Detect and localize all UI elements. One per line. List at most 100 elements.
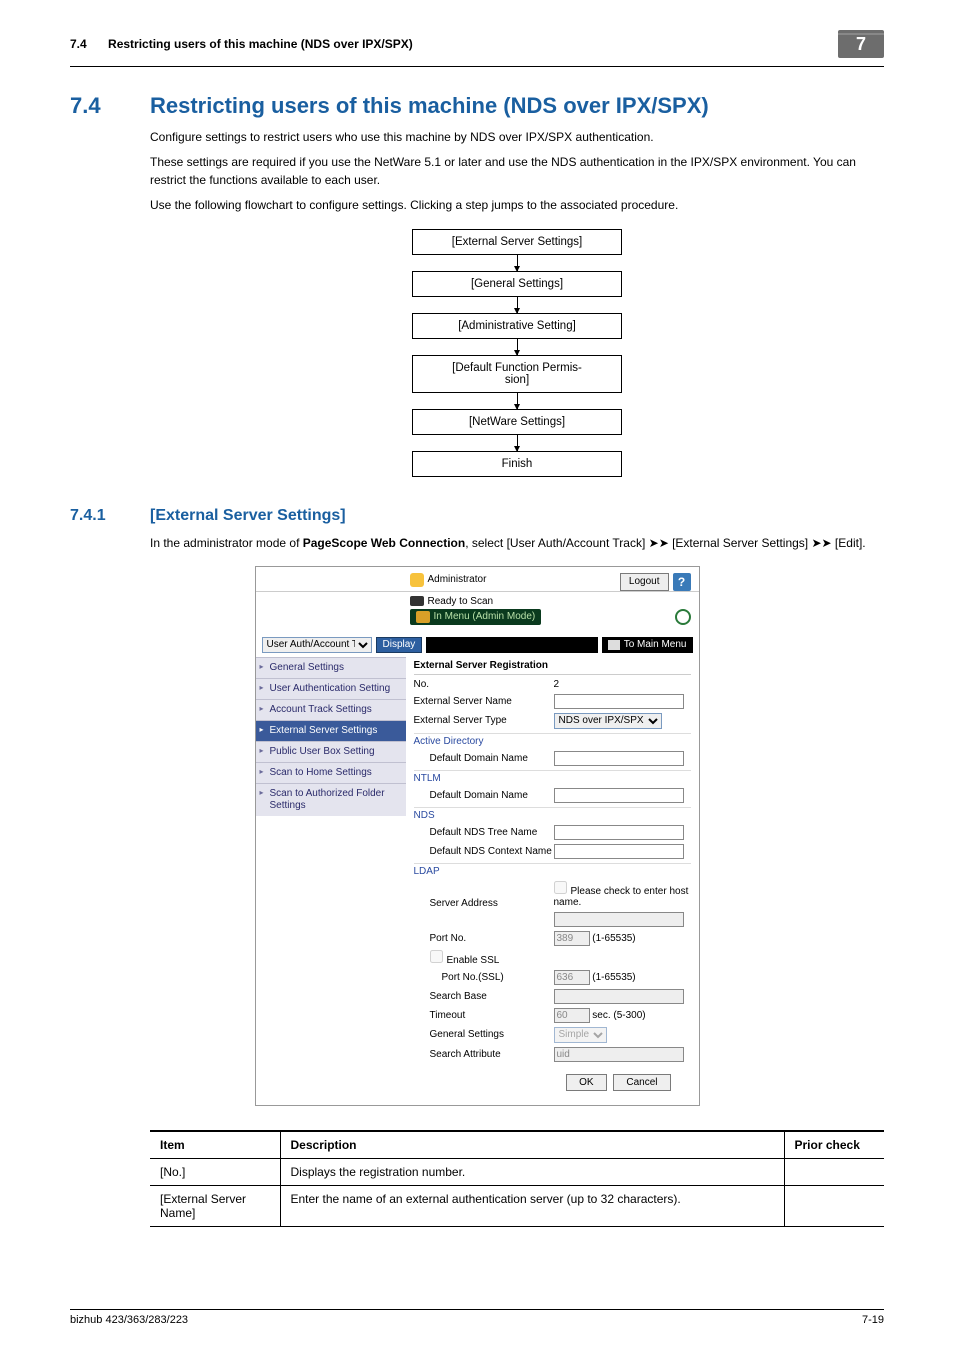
th-prior-check: Prior check	[784, 1131, 884, 1159]
flow-step-label-line1: [Default Function Permis-	[452, 362, 582, 374]
sidebar-item-general-settings[interactable]: General Settings	[256, 657, 406, 678]
running-head-left: 7.4 Restricting users of this machine (N…	[70, 37, 413, 51]
footer-model: bizhub 423/363/283/223	[70, 1314, 188, 1326]
status-menu-mode: In Menu (Admin Mode)	[434, 611, 536, 622]
running-head-number: 7.4	[70, 37, 87, 51]
flow-step-finish: Finish	[412, 451, 622, 477]
ldap-search-base-input[interactable]	[554, 989, 684, 1004]
label-ntlm-default-domain: Default Domain Name	[414, 790, 554, 801]
sidebar-item-account-track[interactable]: Account Track Settings	[256, 699, 406, 720]
admin-label: Administrator	[428, 574, 487, 585]
external-server-type-select[interactable]: NDS over IPX/SPX	[554, 713, 662, 729]
refresh-icon[interactable]	[675, 609, 691, 625]
nds-context-input[interactable]	[554, 844, 684, 859]
section-ntlm: NTLM	[414, 770, 691, 786]
flow-step-label-line2: sion]	[505, 374, 529, 386]
label-ldap-search-base: Search Base	[414, 991, 554, 1002]
flow-step-netware-settings[interactable]: [NetWare Settings]	[412, 409, 622, 435]
section-ldap: LDAP	[414, 863, 691, 879]
label-ldap-server-address: Server Address	[414, 898, 554, 909]
th-item: Item	[150, 1131, 280, 1159]
display-button[interactable]: Display	[376, 637, 423, 653]
section-active-directory: Active Directory	[414, 733, 691, 749]
nds-tree-input[interactable]	[554, 825, 684, 840]
cell-description: Displays the registration number.	[280, 1158, 784, 1185]
ldap-general-settings-select[interactable]: Simple	[554, 1027, 607, 1043]
ldap-ssl-port-input[interactable]	[554, 970, 590, 985]
sidebar-item-external-server[interactable]: External Server Settings	[256, 720, 406, 741]
flow-step-default-function-permission[interactable]: [Default Function Permis- sion]	[412, 355, 622, 393]
description-table: Item Description Prior check [No.] Displ…	[150, 1130, 884, 1227]
settings-form: External Server Registration No. 2 Exter…	[406, 657, 699, 1105]
menu-icon	[608, 640, 620, 650]
to-main-menu-button[interactable]: To Main Menu	[602, 637, 693, 653]
label-external-server-type: External Server Type	[414, 715, 554, 726]
flowchart: [External Server Settings] [General Sett…	[412, 229, 622, 477]
label-ldap-general-settings: General Settings	[414, 1029, 554, 1040]
header-rule	[70, 66, 884, 67]
value-no: 2	[554, 679, 691, 690]
ok-button[interactable]: OK	[566, 1074, 606, 1091]
footer-page: 7-19	[862, 1314, 884, 1326]
ldap-port-input[interactable]	[554, 931, 590, 946]
to-main-label: To Main Menu	[624, 639, 687, 650]
label-ldap-port: Port No.	[414, 933, 554, 944]
table-row: [External Server Name] Enter the name of…	[150, 1185, 884, 1226]
intro-paragraph-2: These settings are required if you use t…	[150, 154, 884, 189]
th-description: Description	[280, 1131, 784, 1159]
subsection-number: 7.4.1	[70, 507, 150, 525]
ldap-hostname-checkbox[interactable]	[554, 881, 567, 894]
ldap-ssl-port-hint: (1-65535)	[592, 972, 635, 983]
label-nds-context: Default NDS Context Name	[414, 846, 554, 857]
scanner-icon	[410, 596, 424, 606]
ldap-search-attribute-input[interactable]	[554, 1047, 684, 1062]
cell-prior	[784, 1158, 884, 1185]
intro-paragraph-1: Configure settings to restrict users who…	[150, 129, 884, 146]
ad-default-domain-input[interactable]	[554, 751, 684, 766]
cancel-button[interactable]: Cancel	[613, 1074, 670, 1091]
logout-button[interactable]: Logout	[620, 573, 669, 591]
enable-ssl-checkbox[interactable]	[430, 950, 443, 963]
cell-item: [No.]	[150, 1158, 280, 1185]
external-server-name-input[interactable]	[554, 694, 684, 709]
label-ldap-search-attribute: Search Attribute	[414, 1049, 554, 1060]
section-nds: NDS	[414, 807, 691, 823]
flow-connector	[517, 393, 518, 409]
cell-description: Enter the name of an external authentica…	[280, 1185, 784, 1226]
flow-step-general-settings[interactable]: [General Settings]	[412, 271, 622, 297]
web-connection-screenshot: Administrator Logout ? Ready to Scan In …	[255, 566, 700, 1106]
sidebar-item-public-user-box[interactable]: Public User Box Setting	[256, 741, 406, 762]
flow-step-administrative-setting[interactable]: [Administrative Setting]	[412, 313, 622, 339]
subsection-title: [External Server Settings]	[150, 507, 346, 525]
intro-paragraph-3: Use the following flowchart to configure…	[150, 197, 884, 214]
ldap-server-address-input[interactable]	[554, 912, 684, 927]
help-button[interactable]: ?	[673, 573, 691, 591]
section-title: Restricting users of this machine (NDS o…	[150, 93, 709, 119]
label-ldap-enable-ssl: Enable SSL	[414, 950, 554, 966]
sidebar-item-user-auth-setting[interactable]: User Authentication Setting	[256, 678, 406, 699]
label-ldap-hostname-hint: Please check to enter host name.	[554, 886, 689, 908]
ldap-timeout-input[interactable]	[554, 1008, 590, 1023]
label-no: No.	[414, 679, 554, 690]
table-row: [No.] Displays the registration number.	[150, 1158, 884, 1185]
ldap-timeout-hint: sec. (5-300)	[592, 1010, 645, 1021]
ntlm-default-domain-input[interactable]	[554, 788, 684, 803]
tab-bar-spacer	[426, 637, 597, 653]
flow-connector	[517, 339, 518, 355]
ldap-port-hint: (1-65535)	[592, 933, 635, 944]
flow-connector	[517, 435, 518, 451]
sidebar-item-scan-to-home[interactable]: Scan to Home Settings	[256, 762, 406, 783]
chapter-badge: 7	[838, 30, 884, 58]
subsection-instruction: In the administrator mode of PageScope W…	[150, 535, 884, 552]
cell-prior	[784, 1185, 884, 1226]
section-number: 7.4	[70, 93, 150, 119]
category-select[interactable]: User Auth/Account Track	[262, 637, 372, 653]
flow-step-external-server[interactable]: [External Server Settings]	[412, 229, 622, 255]
label-ad-default-domain: Default Domain Name	[414, 753, 554, 764]
label-external-server-name: External Server Name	[414, 696, 554, 707]
label-ldap-timeout: Timeout	[414, 1010, 554, 1021]
sidebar-item-scan-to-authorized[interactable]: Scan to Authorized Folder Settings	[256, 783, 406, 816]
folder-icon	[416, 611, 430, 623]
form-title: External Server Registration	[414, 657, 691, 675]
admin-icon	[410, 573, 424, 587]
